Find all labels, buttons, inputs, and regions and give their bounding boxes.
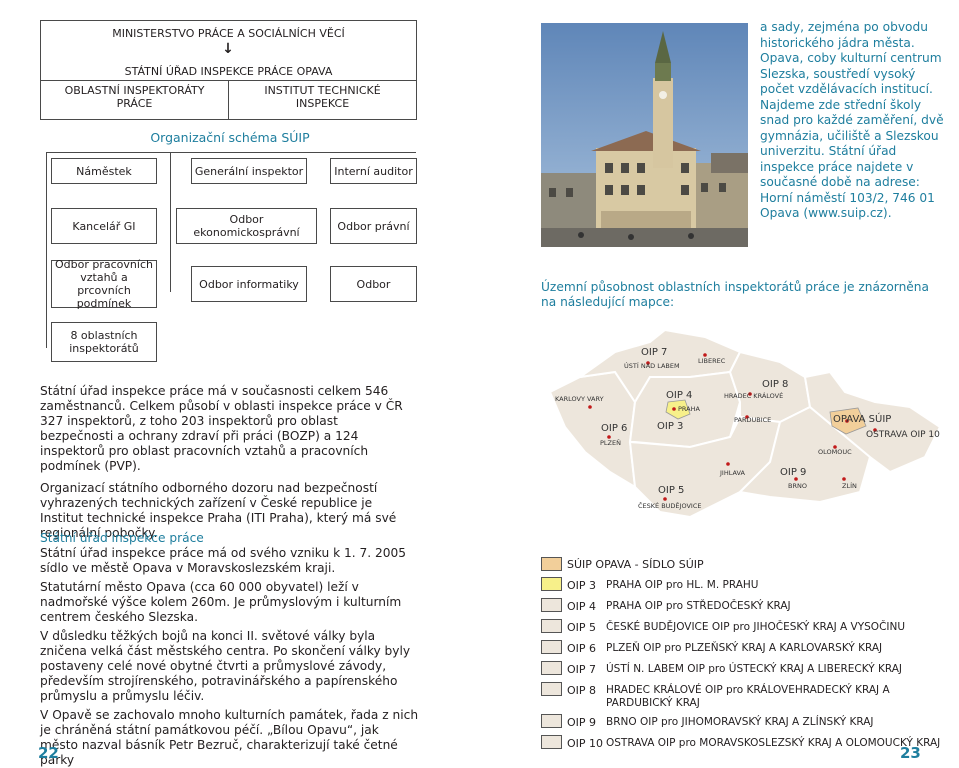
legend-swatch — [541, 619, 562, 633]
legend-swatch — [541, 598, 562, 612]
map-city-karlovy-vary: KARLOVY VARY — [555, 395, 604, 403]
legend-desc: ÚSTÍ N. LABEM OIP pro ÚSTECKÝ KRAJ A LIB… — [606, 663, 903, 675]
org-chart-title: Organizační schéma SÚIP — [150, 130, 310, 145]
dept-it-box: Odbor informatiky — [191, 266, 307, 302]
page-number-left: 22 — [38, 744, 59, 762]
legend-code: OIP 4 — [567, 600, 597, 613]
map-oip6: OIP 6 — [601, 423, 627, 434]
paragraph: V Opavě se zachovalo mnoho kulturních pa… — [40, 708, 419, 767]
map-oip3: OIP 3 — [657, 421, 683, 432]
paragraph: Státní úřad inspekce práce má od svého v… — [40, 546, 407, 575]
map-city-hradec: HRADEC KRÁLOVÉ — [724, 391, 783, 400]
suip-label: STÁTNÍ ÚŘAD INSPEKCE PRÁCE OPAVA — [124, 65, 333, 78]
inspector-general-box: Generální inspektor — [191, 158, 307, 184]
map-ostrava: OSTRAVA OIP 10 — [866, 430, 940, 440]
paragraph: V důsledku těžkých bojů na konci II. svě… — [40, 629, 411, 703]
legend-swatch — [541, 640, 562, 654]
legend-swatch-praha — [541, 577, 562, 591]
opava-town-hall-photo — [541, 23, 748, 247]
legend-desc: PRAHA OIP pro HL. M. PRAHU — [606, 579, 759, 591]
legend-code: OIP 8 — [567, 684, 597, 697]
map-oip4: OIP 4 — [666, 390, 692, 401]
left-text: Státní úřad inspekce práce má v současno… — [40, 384, 410, 541]
legend-code: OIP 10 — [567, 737, 604, 750]
paragraph: Statutární město Opava (cca 60 000 obyva… — [40, 580, 402, 624]
legend-desc: BRNO OIP pro JIHOMORAVSKÝ KRAJ A ZLÍNSKÝ… — [606, 716, 874, 728]
map-city-praha: PRAHA — [678, 405, 701, 413]
section-heading: Státní úřad inspekce práce — [40, 531, 204, 545]
institute-label: INSTITUT TECHNICKÉ INSPEKCE — [264, 84, 381, 110]
regional-inspectorates-box: 8 oblastních inspektorátů — [51, 322, 157, 362]
legend-code: OIP 5 — [567, 621, 597, 634]
czech-regions-map: OIP 7 ÚSTÍ NAD LABEM LIBEREC KARLOVY VAR… — [548, 328, 942, 519]
legend-code: OIP 3 — [567, 579, 597, 592]
ministry-label: MINISTERSTVO PRÁCE A SOCIÁLNÍCH VĚCÍ — [112, 27, 345, 40]
legend-desc: PRAHA OIP pro STŘEDOČESKÝ KRAJ — [606, 600, 791, 612]
right-text: a sady, zejména po obvodu historického j… — [760, 20, 944, 220]
page-number-right: 23 — [900, 744, 921, 762]
connector — [170, 152, 171, 292]
map-city-zlin: ZLÍN — [842, 481, 857, 490]
legend-desc: HRADEC KRÁLOVÉ OIP pro KRÁLOVEHRADECKÝ K… — [606, 684, 890, 709]
connector — [46, 152, 47, 348]
oip-label: OBLASTNÍ INSPEKTORÁTY PRÁCE — [64, 84, 205, 110]
deputy-box: Náměstek — [51, 158, 157, 184]
divider — [228, 80, 229, 120]
legend-desc: ČESKÉ BUDĚJOVICE OIP pro JIHOČESKÝ KRAJ … — [606, 621, 906, 633]
map-city-usti: ÚSTÍ NAD LABEM — [624, 361, 680, 370]
map-city-plzen: PLZEŇ — [600, 438, 621, 447]
paragraph: Státní úřad inspekce práce má v současno… — [40, 384, 403, 473]
legend-desc: PLZEŇ OIP pro PLZEŇSKÝ KRAJ A KARLOVARSK… — [606, 642, 883, 654]
map-city-pardubice: PARDUBICE — [734, 416, 771, 424]
connector — [46, 152, 416, 153]
dept-legal-box: Odbor právní — [330, 208, 417, 244]
legend-swatch — [541, 661, 562, 675]
legend-code: OIP 9 — [567, 716, 597, 729]
legend-code: OIP 7 — [567, 663, 597, 676]
internal-auditor-box: Interní auditor — [330, 158, 417, 184]
map-city-liberec: LIBEREC — [698, 357, 726, 365]
arrow-down-icon: ↓ — [222, 41, 234, 57]
map-caption: Územní působnost oblastních inspektorátů… — [541, 280, 929, 309]
legend-swatch — [541, 714, 562, 728]
dept-labour-box: Odbor pracovních vztahů a prcovních podm… — [51, 258, 157, 310]
map-oip5: OIP 5 — [658, 485, 684, 496]
map-city-olomouc: OLOMOUC — [818, 448, 852, 456]
dept-econ-box: Odbor ekonomickosprávní — [176, 208, 317, 244]
map-oip7: OIP 7 — [641, 347, 667, 358]
legend-swatch — [541, 735, 562, 749]
office-gi-box: Kancelář GI — [51, 208, 157, 244]
legend-header: SÚIP OPAVA - SÍDLO SÚIP — [567, 558, 704, 571]
legend-desc: OSTRAVA OIP pro MORAVSKOSLEZSKÝ KRAJ A O… — [606, 737, 941, 749]
legend-code: OIP 6 — [567, 642, 597, 655]
map-opava: OPAVA SÚIP — [833, 412, 891, 425]
legend-swatch-opava — [541, 557, 562, 571]
map-oip9: OIP 9 — [780, 467, 806, 478]
map-city-jihlava: JIHLAVA — [719, 469, 746, 477]
map-city-brno: BRNO — [788, 482, 807, 490]
map-oip8: OIP 8 — [762, 379, 788, 390]
map-city-budejovice: ČESKÉ BUDĚJOVICE — [638, 501, 701, 510]
legend-swatch — [541, 682, 562, 696]
left-text-2: Státní úřad inspekce práce Státní úřad i… — [40, 531, 420, 768]
dept-box: Odbor — [330, 266, 417, 302]
